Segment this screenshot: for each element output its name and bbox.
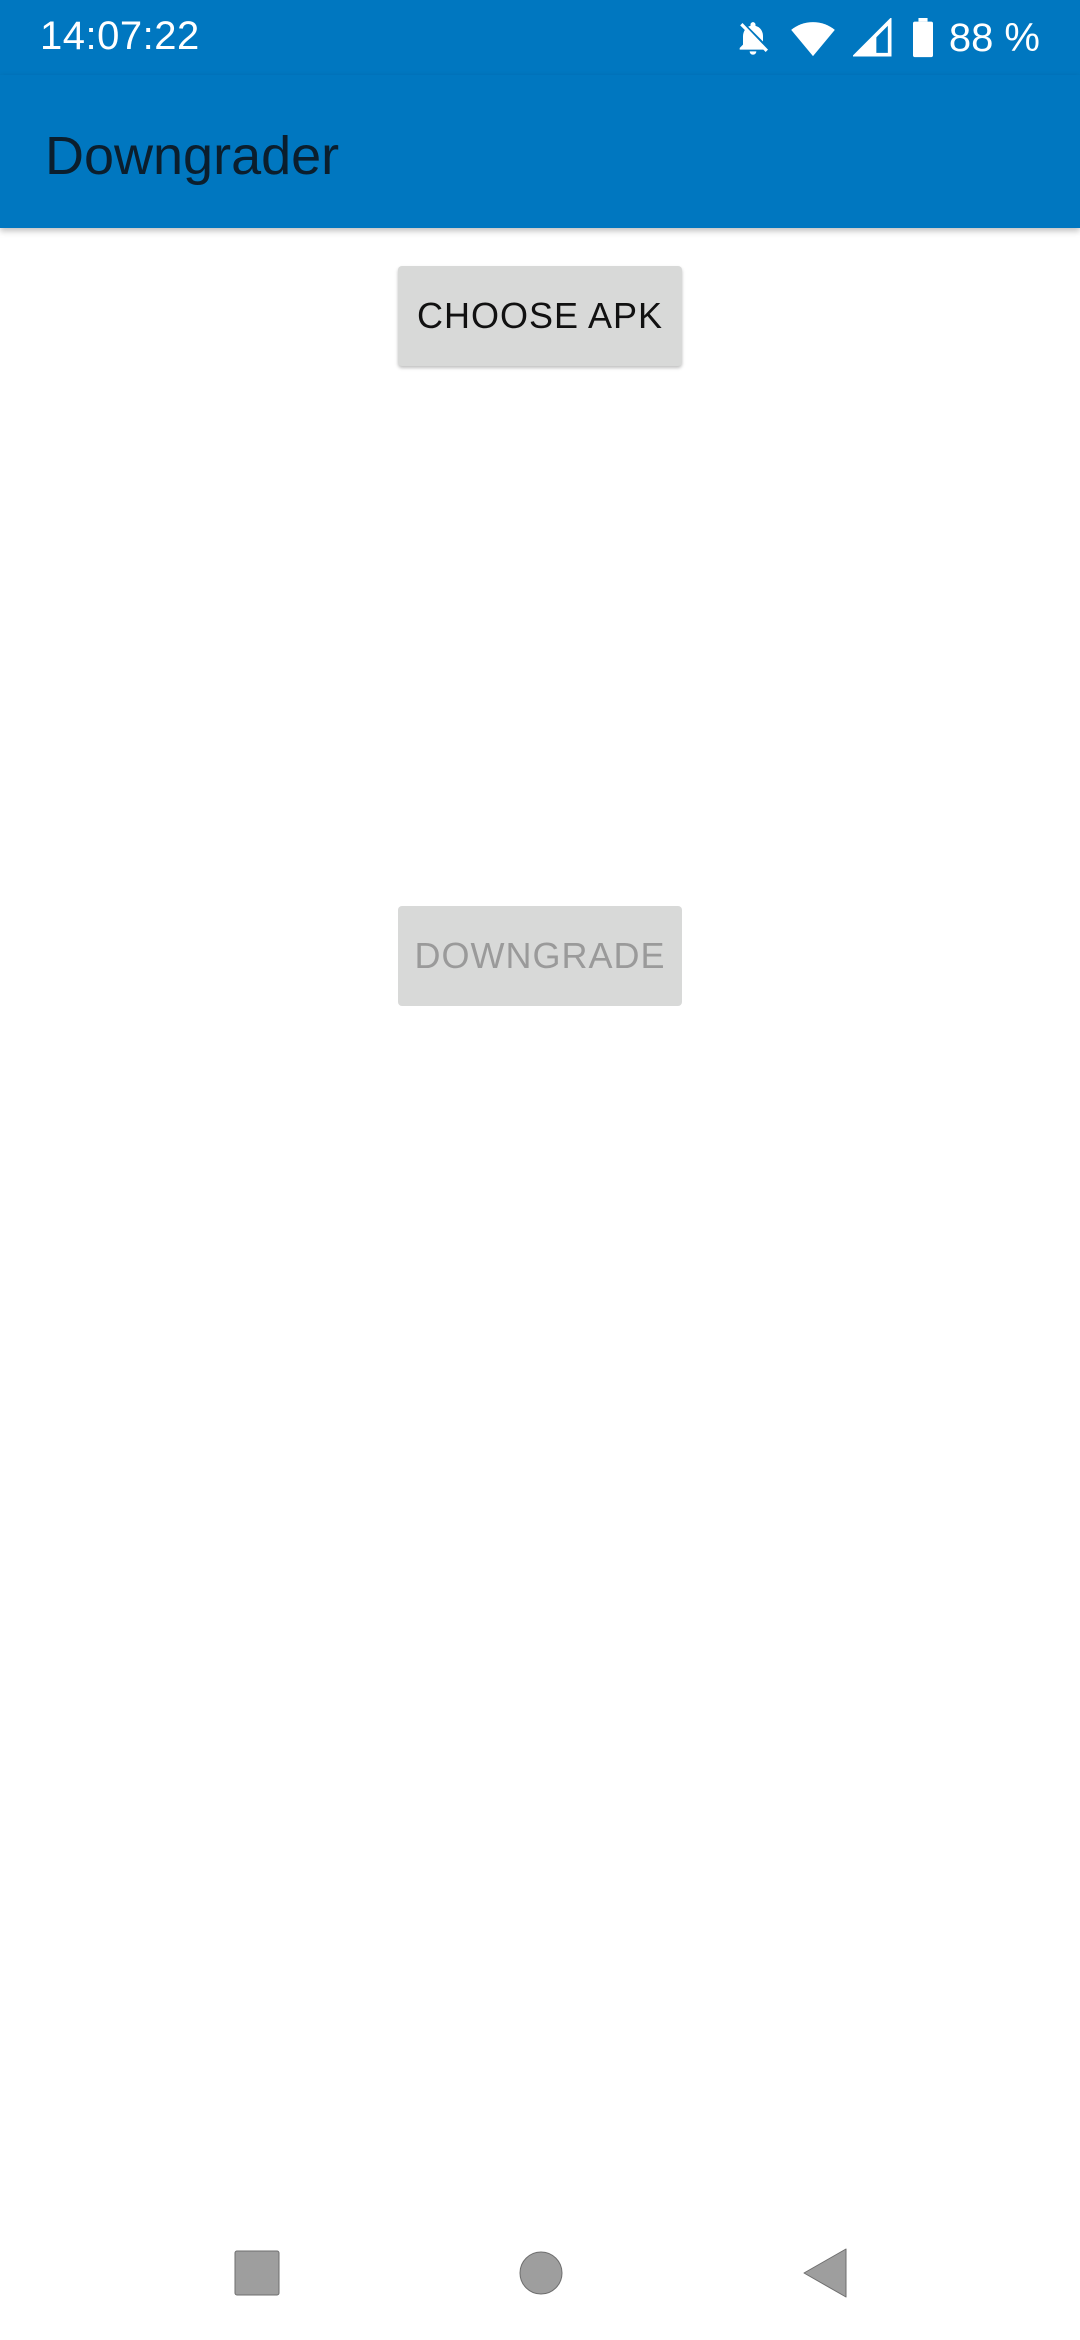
downgrade-button[interactable]: DOWNGRADE xyxy=(398,906,682,1006)
status-icons: 88 % xyxy=(733,14,1040,62)
app-bar: Downgrader xyxy=(0,75,1080,228)
back-button[interactable] xyxy=(770,2220,880,2330)
status-time: 14:07:22 xyxy=(40,14,200,58)
recents-icon xyxy=(234,2250,280,2301)
notifications-off-icon xyxy=(733,18,773,58)
page-title: Downgrader xyxy=(45,126,340,186)
wifi-icon xyxy=(791,18,835,58)
battery-icon xyxy=(911,18,935,58)
choose-apk-button[interactable]: CHOOSE APK xyxy=(398,266,682,366)
navigation-bar xyxy=(0,2220,1080,2330)
home-icon xyxy=(518,2250,564,2301)
battery-percent: 88 % xyxy=(948,15,1040,60)
back-icon xyxy=(802,2247,848,2304)
status-bar: 14:07:22 88 % xyxy=(0,0,1080,75)
signal-icon xyxy=(852,18,893,58)
home-button[interactable] xyxy=(486,2220,596,2330)
recents-button[interactable] xyxy=(202,2220,312,2330)
